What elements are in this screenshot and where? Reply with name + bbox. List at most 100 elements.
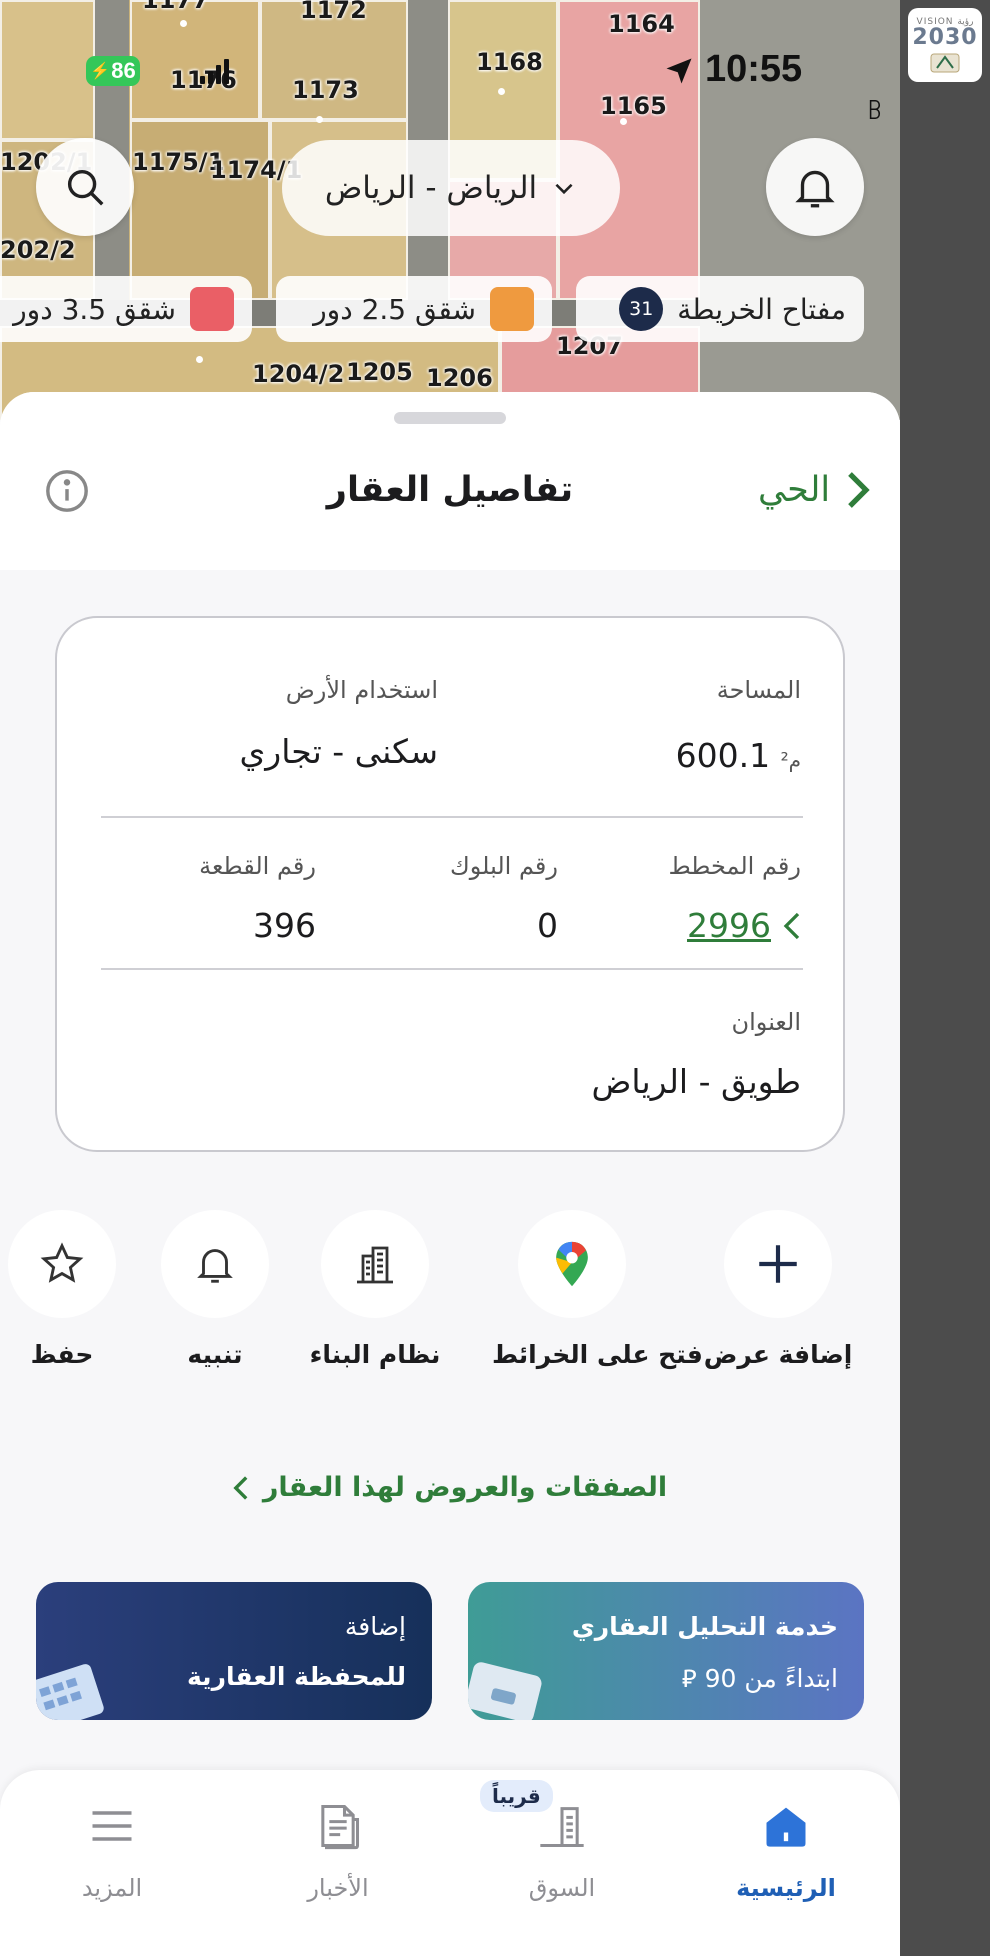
region-selector-label: الرياض - الرياض xyxy=(324,170,538,206)
plot-label: 1205 xyxy=(346,358,413,386)
tab-news-label: الأخبار xyxy=(307,1874,369,1902)
alert-circle xyxy=(161,1210,269,1318)
parcel-map[interactable]: 1164 1168 1165 1173 1175/1 1174/1 1176 1… xyxy=(0,0,900,420)
add-offer-button[interactable]: إضافة عرض xyxy=(698,1210,858,1369)
plot-label: 1177 xyxy=(142,0,209,14)
plot-label: 1165 xyxy=(600,92,667,120)
chevron-left-icon xyxy=(783,912,800,939)
add-offer-circle xyxy=(724,1210,832,1318)
plan-number-link[interactable]: 2996 xyxy=(687,906,801,945)
property-details-sheet: الحي تفاصيل العقار المساحة 600.1 م² استخ… xyxy=(0,392,900,1956)
legend-label: شقق 3.5 دور xyxy=(13,292,176,326)
real-estate-analysis-banner[interactable]: خدمة التحليل العقاري ⃁ ابتداءً من 90 xyxy=(468,1582,864,1720)
area-number: 600.1 xyxy=(675,736,771,775)
tab-news[interactable]: الأخبار xyxy=(258,1798,418,1902)
coming-soon-badge: قريباً xyxy=(480,1780,553,1812)
deals-and-offers-link[interactable]: الصفقات والعروض لهذا العقار xyxy=(0,1472,900,1503)
property-details-card: المساحة 600.1 م² استخدام الأرض سكنى - تج… xyxy=(55,616,845,1152)
legend-swatch-orange xyxy=(490,287,534,331)
building-code-button[interactable]: نظام البناء xyxy=(295,1210,455,1369)
sheet-header: الحي تفاصيل العقار xyxy=(0,392,900,570)
analysis-subtitle: ⃁ ابتداءً من 90 xyxy=(682,1662,838,1694)
open-in-maps-button[interactable]: فتح على الخرائط xyxy=(492,1210,703,1369)
info-icon[interactable] xyxy=(44,468,90,514)
news-tab-icon-wrap xyxy=(258,1798,418,1854)
legend-label: شقق 2.5 دور xyxy=(313,292,476,326)
region-selector[interactable]: الرياض - الرياض xyxy=(282,140,620,236)
address-value: طويق - الرياض xyxy=(591,1062,801,1101)
add-to-portfolio-banner[interactable]: إضافة للمحفظة العقارية xyxy=(36,1582,432,1720)
land-use-value: سكنى - تجاري xyxy=(239,732,438,771)
chevron-left-icon xyxy=(233,1475,248,1500)
signal-icon xyxy=(200,58,229,84)
phone-screen: 1164 1168 1165 1173 1175/1 1174/1 1176 1… xyxy=(0,0,900,1956)
bolt-icon: ⚡ xyxy=(90,63,111,80)
block-number-label: رقم البلوك xyxy=(449,852,558,880)
plot-label: 1164 xyxy=(608,10,675,38)
news-icon xyxy=(321,1804,360,1850)
plot-label: 1173 xyxy=(292,76,359,104)
map-key-label: مفتاح الخريطة xyxy=(677,292,846,326)
legend-chip-2-5-floors[interactable]: شقق 2.5 دور xyxy=(276,276,552,342)
area-unit: م² xyxy=(780,748,801,772)
alert-label: تنبيه xyxy=(187,1340,243,1369)
save-label: حفظ xyxy=(30,1340,94,1369)
map-key-chip[interactable]: مفتاح الخريطة 31 xyxy=(576,276,864,342)
plan-number-label: رقم المخطط xyxy=(668,852,801,880)
map-dot xyxy=(196,356,203,363)
divider xyxy=(101,816,803,818)
side-strip xyxy=(900,0,990,1956)
alert-button[interactable]: تنبيه xyxy=(135,1210,295,1369)
plot-label: 1204/2 xyxy=(252,360,345,388)
add-offer-label: إضافة عرض xyxy=(703,1340,853,1369)
tab-market[interactable]: السوق xyxy=(482,1798,642,1902)
vision-big-text: 2030 xyxy=(912,24,978,50)
divider xyxy=(101,968,803,970)
tab-more[interactable]: المزيد xyxy=(32,1798,192,1902)
notifications-button[interactable] xyxy=(766,138,864,236)
open-in-maps-circle xyxy=(518,1210,626,1318)
map-parcel xyxy=(130,120,270,300)
tab-home-label: الرئيسية xyxy=(736,1874,836,1902)
plan-number-value: 2996 xyxy=(687,906,771,945)
bottom-tab-bar: الرئيسية السوق الأخبار المزيد xyxy=(0,1770,900,1956)
calculator-illustration-icon xyxy=(36,1664,104,1720)
chevron-down-icon xyxy=(555,183,573,195)
menu-icon xyxy=(92,1811,132,1841)
plot-number-value: 396 xyxy=(253,906,316,945)
emblem-icon xyxy=(930,53,960,72)
home-tab-icon-wrap xyxy=(706,1798,866,1854)
tab-home[interactable]: الرئيسية xyxy=(706,1798,866,1902)
tab-market-label: السوق xyxy=(528,1874,596,1902)
portfolio-line2: للمحفظة العقارية xyxy=(187,1662,406,1691)
battery-indicator: ⚡ 86 xyxy=(86,56,140,86)
home-icon xyxy=(766,1807,806,1847)
map-parcel xyxy=(130,0,260,120)
building-icon xyxy=(357,1246,393,1284)
sim-icon: ꕗ xyxy=(868,96,882,126)
plot-label: 1172 xyxy=(300,0,367,24)
star-icon xyxy=(40,1242,84,1283)
sheet-title: تفاصيل العقار xyxy=(326,470,574,510)
search-button[interactable] xyxy=(36,138,134,236)
plot-label: 1168 xyxy=(476,48,543,76)
plot-label: 202/2 xyxy=(0,236,76,264)
area-value: 600.1 م² xyxy=(676,736,801,775)
analysis-price: ابتداءً من 90 xyxy=(704,1664,838,1693)
building-code-label: نظام البناء xyxy=(309,1340,441,1369)
plot-number-label: رقم القطعة xyxy=(199,852,316,880)
plus-icon xyxy=(759,1245,797,1283)
open-in-maps-label: فتح على الخرائط xyxy=(492,1340,703,1369)
battery-level: 86 xyxy=(111,58,136,83)
plot-label: 1206 xyxy=(426,364,493,392)
status-time: 10:55 xyxy=(705,48,803,90)
building-code-circle xyxy=(321,1210,429,1318)
more-tab-icon-wrap xyxy=(32,1798,192,1854)
riyal-icon: ⃁ xyxy=(681,1664,697,1693)
save-button[interactable]: حفظ xyxy=(0,1210,142,1369)
legend-chip-3-5-floors[interactable]: شقق 3.5 دور xyxy=(0,276,252,342)
bell-icon xyxy=(795,170,835,208)
map-dot xyxy=(180,20,187,27)
block-number-value: 0 xyxy=(537,906,558,945)
sheet-grabber[interactable] xyxy=(394,412,506,424)
